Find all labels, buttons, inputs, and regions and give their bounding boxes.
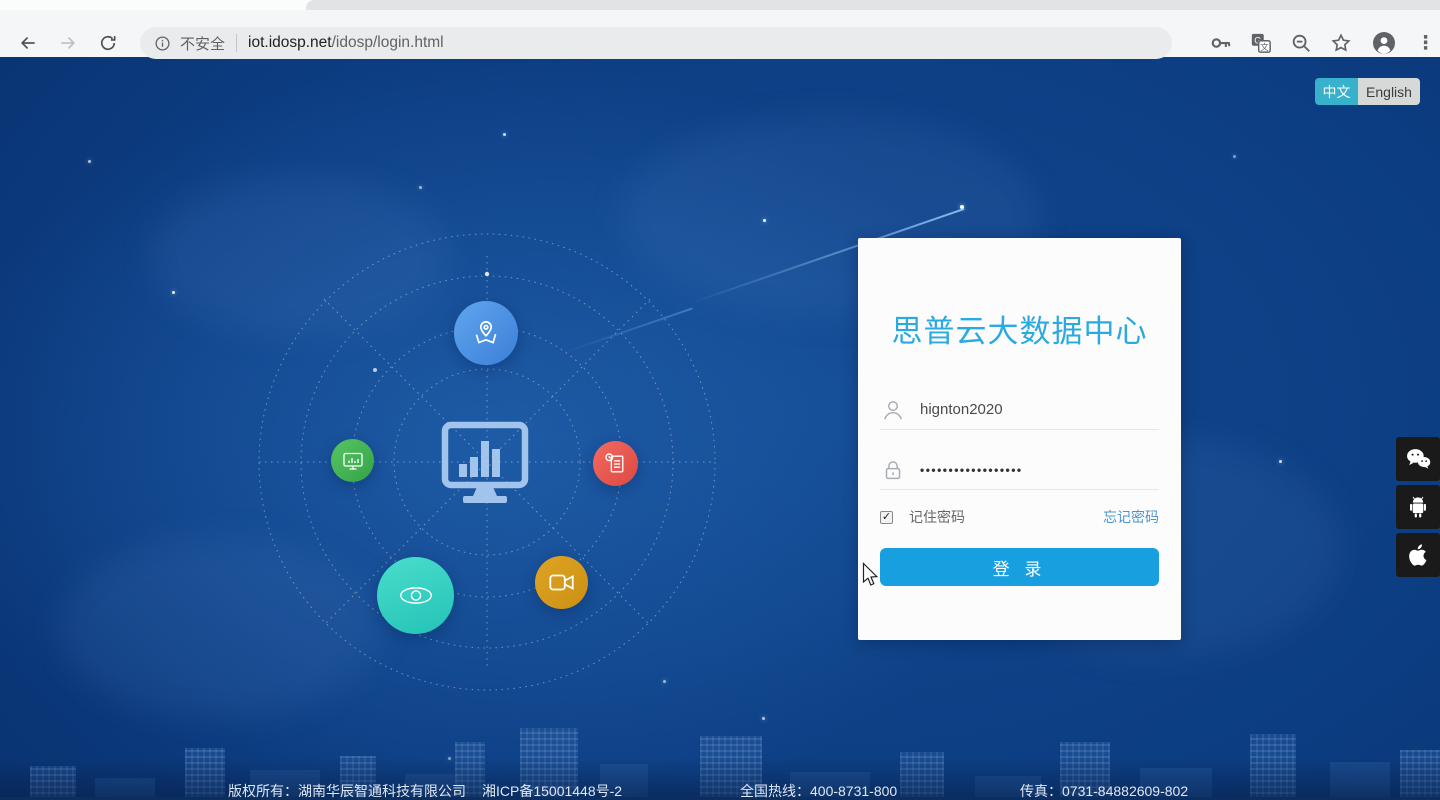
zoom-out-icon — [1292, 34, 1310, 52]
browser-menu-button[interactable]: ⋮ — [1416, 34, 1435, 53]
tab-strip — [0, 0, 1440, 10]
username-input[interactable] — [920, 401, 1159, 418]
url-path: /idosp/login.html — [331, 34, 444, 51]
android-app-button[interactable] — [1396, 485, 1440, 529]
toolbar-right-icons: G文 ⋮ — [1209, 20, 1435, 66]
monitor-chart-icon — [342, 452, 363, 470]
map-pin-icon — [475, 320, 497, 344]
bookmark-button[interactable] — [1329, 32, 1352, 55]
back-button[interactable] — [16, 31, 40, 55]
lock-icon — [885, 460, 901, 479]
wechat-button[interactable] — [1396, 437, 1440, 481]
back-arrow-icon — [20, 36, 35, 50]
language-english-button[interactable]: English — [1358, 78, 1420, 105]
forgot-password-link[interactable]: 忘记密码 — [1103, 507, 1159, 527]
zoom-out-button[interactable] — [1289, 32, 1312, 55]
password-field-row — [880, 450, 1159, 490]
report-service-circle — [593, 441, 638, 486]
forward-arrow-icon — [61, 36, 76, 50]
login-card: 思普云大数据中心 ✓ 记住密码 忘记密码 登 录 — [858, 238, 1181, 640]
login-page: 中文 English 思普云大数据中心 hignton2020 ••••••••… — [0, 57, 1440, 800]
remember-password-label: 记住密码 — [909, 509, 965, 525]
remember-password-checkbox[interactable]: ✓ — [880, 510, 893, 524]
star-dot — [88, 160, 91, 163]
translate-icon: G文 — [1251, 33, 1271, 53]
password-key-button[interactable] — [1209, 32, 1232, 55]
browser-chrome: 不安全 iot.idosp.net /idosp/login.html G文 ⋮ — [0, 0, 1440, 59]
star-dot — [1233, 155, 1236, 158]
report-doc-icon — [605, 453, 624, 473]
forward-button[interactable] — [56, 31, 80, 55]
user-icon — [884, 400, 902, 420]
apple-icon — [1409, 544, 1427, 566]
key-icon — [1211, 38, 1230, 48]
username-field-row — [880, 390, 1159, 430]
login-button[interactable]: 登 录 — [880, 548, 1159, 586]
monitor-service-circle — [331, 439, 374, 482]
icp-number: 湘ICP备15001448号-2 — [482, 783, 623, 799]
reload-button[interactable] — [96, 31, 120, 55]
translate-button[interactable]: G文 — [1249, 32, 1272, 55]
address-bar[interactable]: 不安全 iot.idosp.net /idosp/login.html — [140, 27, 1172, 59]
hotline-text: 全国热线：400-8731-800 — [740, 783, 898, 799]
star-dot — [1279, 460, 1282, 463]
star-dot — [503, 133, 506, 136]
options-row: ✓ 记住密码 忘记密码 — [880, 502, 1159, 532]
password-input[interactable] — [920, 462, 1159, 477]
dashboard-monitor-icon — [441, 421, 529, 503]
svg-text:文: 文 — [1260, 42, 1268, 52]
ios-app-button[interactable] — [1396, 533, 1440, 577]
footer-band — [0, 758, 1440, 800]
star-icon — [1330, 33, 1351, 52]
copyright-text: 版权所有：湖南华辰智通科技有限公司 — [228, 783, 466, 799]
page-info-icon[interactable] — [154, 35, 171, 52]
social-sidebar — [1396, 437, 1440, 577]
star-dot — [172, 291, 175, 294]
map-service-circle — [454, 301, 518, 365]
language-toggle: 中文 English — [1315, 78, 1420, 105]
android-icon — [1410, 496, 1426, 518]
tab-strip-empty-area — [306, 0, 1440, 10]
star-dot — [763, 219, 766, 222]
language-chinese-button[interactable]: 中文 — [1315, 78, 1358, 105]
page-title: 思普云大数据中心 — [891, 314, 1148, 349]
star-dot — [419, 186, 422, 189]
url-host: iot.idosp.net — [248, 34, 332, 51]
mouse-cursor — [862, 562, 879, 586]
url-divider — [236, 34, 238, 52]
video-camera-icon — [548, 574, 574, 591]
security-label: 不安全 — [180, 35, 226, 53]
video-service-circle — [535, 556, 588, 609]
fax-text: 传真：0731-84882609-802 — [1020, 783, 1189, 799]
profile-avatar-icon — [1373, 32, 1395, 54]
browser-toolbar: 不安全 iot.idosp.net /idosp/login.html G文 ⋮ — [0, 10, 1440, 59]
wechat-icon — [1407, 449, 1431, 469]
profile-button[interactable] — [1369, 28, 1399, 58]
reload-icon — [100, 35, 116, 51]
vision-service-circle — [377, 557, 454, 634]
eye-icon — [399, 587, 432, 604]
